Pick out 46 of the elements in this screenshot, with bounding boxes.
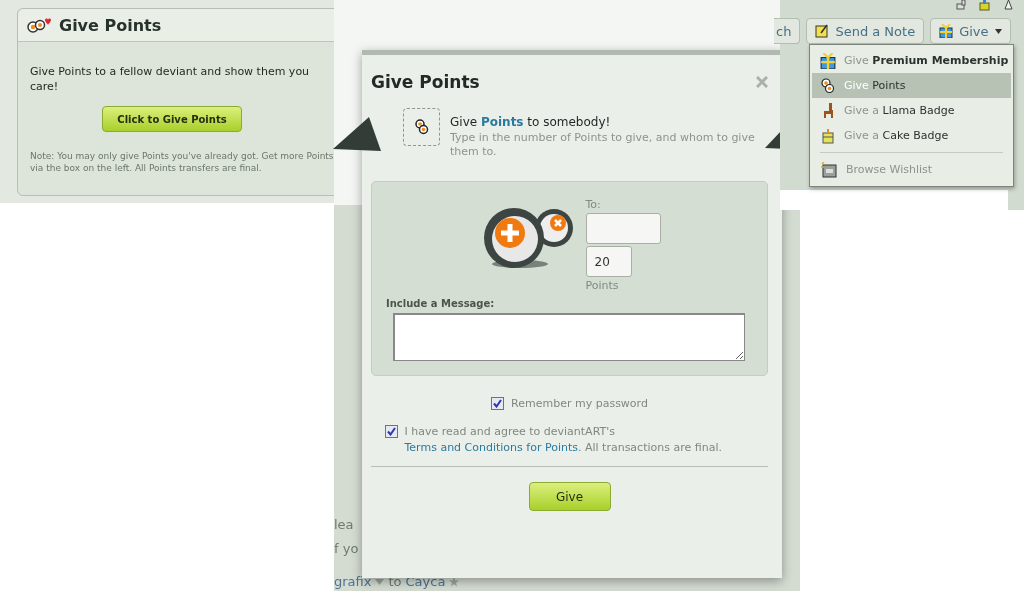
gift-icon — [939, 24, 954, 38]
caret-icon — [994, 28, 1002, 34]
username-link[interactable]: grafix — [334, 574, 372, 589]
give-menu-button[interactable]: Give — [930, 18, 1011, 44]
menu-item[interactable]: Give a Cake Badge — [812, 123, 1011, 148]
menu-item[interactable]: Give Premium Membership — [812, 48, 1011, 73]
coins-heart-icon — [27, 17, 51, 33]
panel-description: Give Points to a fellow deviant and show them you care! — [30, 64, 311, 94]
recipient-field[interactable] — [585, 213, 661, 244]
terms-link[interactable]: Terms and Conditions for Points — [404, 441, 578, 454]
panel-title: Give Points — [59, 15, 162, 35]
checkbox[interactable] — [491, 397, 505, 410]
agreement-text: I have read and agree to deviantART's Terms and Conditions for Points. All transactions are final. — [404, 424, 723, 456]
points-field[interactable]: 20 — [585, 246, 632, 277]
background-text: f yo — [334, 541, 359, 556]
badge-icon — [979, 0, 990, 11]
note-icon — [815, 24, 830, 38]
dialog-subtext: Type in the number of Points to give, and whom to give them to. — [449, 131, 756, 159]
to-label: To: — [585, 198, 602, 211]
wishlist-icon — [820, 161, 838, 178]
give-button[interactable]: Give — [528, 482, 611, 511]
coins-icon — [820, 77, 836, 94]
close-icon[interactable] — [756, 76, 768, 88]
note-text: Note: You may only give Points you've already got. Get more Points via the box on the left. All Points transfers are final. — [30, 150, 334, 174]
checkbox[interactable] — [384, 425, 398, 438]
background-text: lea — [334, 517, 354, 532]
toolbar-button[interactable]: ch — [774, 18, 801, 44]
checkbox-label: Remember my password — [511, 396, 648, 412]
menu-item[interactable]: Give a Llama Badge — [812, 98, 1011, 123]
dialog-title: Give Points — [371, 72, 480, 92]
points-label: Points — [585, 279, 620, 292]
menu-item[interactable]: Browse Wishlist — [812, 157, 1011, 182]
message-label: Include a Message: — [386, 298, 496, 309]
menu-item[interactable]: Give Points — [812, 73, 1011, 98]
send-note-button[interactable]: Send a Note — [806, 18, 925, 44]
bell-icon — [1003, 0, 1014, 11]
points-link[interactable]: Points — [480, 115, 524, 129]
username-link[interactable]: Cayca — [405, 574, 446, 589]
pointer-arrow — [333, 117, 381, 151]
gift-icon — [820, 52, 836, 69]
background-text: to — [388, 574, 402, 589]
give-points-button[interactable]: Click to Give Points — [102, 106, 242, 132]
message-field[interactable] — [393, 313, 745, 361]
cake-icon — [820, 127, 836, 144]
dialog-heading: Give Points to somebody! — [450, 115, 612, 129]
coins-icon — [414, 119, 429, 135]
